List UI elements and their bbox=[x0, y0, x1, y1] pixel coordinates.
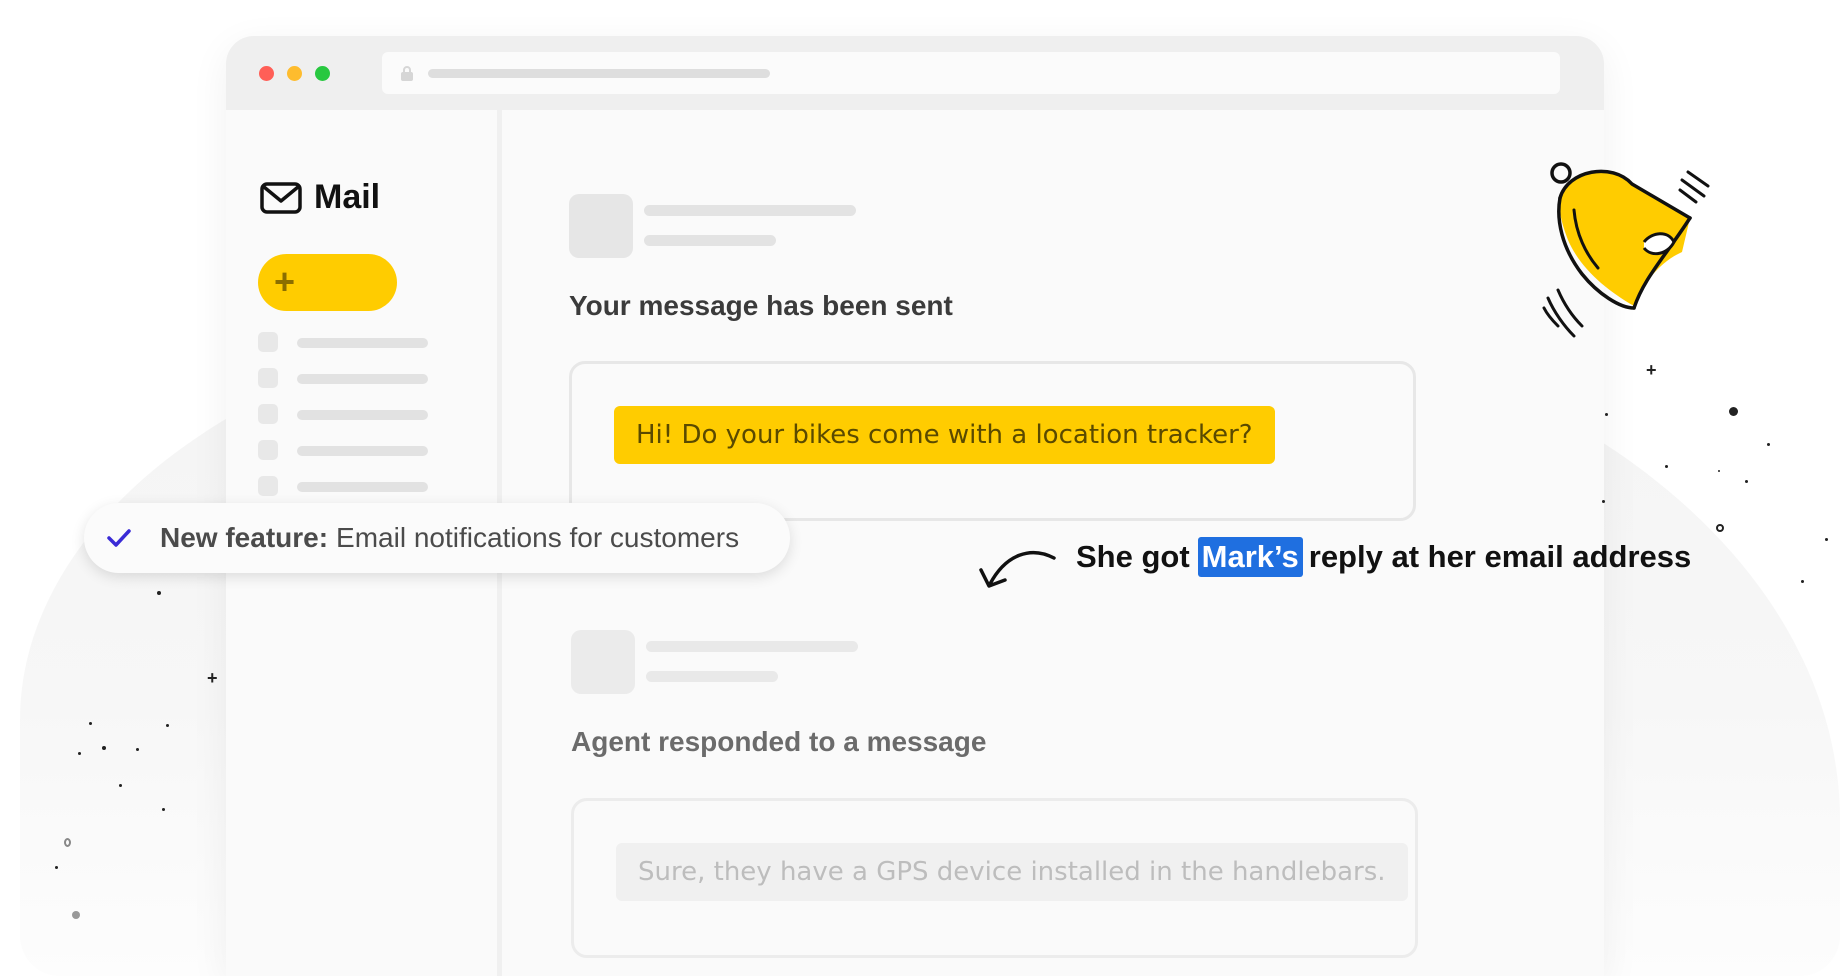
mail-logo: Mail bbox=[260, 178, 380, 217]
sender-name-placeholder bbox=[646, 641, 858, 652]
speck-decoration bbox=[119, 784, 122, 787]
sidebar-item-4[interactable] bbox=[258, 440, 428, 460]
speck-decoration bbox=[1605, 413, 1608, 416]
message-box: Hi! Do your bikes come with a location t… bbox=[569, 361, 1416, 521]
sidebar-item-3[interactable] bbox=[258, 404, 428, 424]
speck-decoration bbox=[1801, 580, 1804, 583]
sidebar-item-1[interactable] bbox=[258, 332, 428, 352]
notification-label: New feature: bbox=[160, 522, 329, 553]
sparkle-decoration: + bbox=[1646, 360, 1657, 380]
message-box: Sure, they have a GPS device installed i… bbox=[571, 798, 1418, 958]
speck-decoration bbox=[64, 838, 71, 847]
speck-decoration bbox=[78, 752, 81, 755]
app-title: Mail bbox=[314, 178, 381, 216]
annotation-caption: She got Mark’s reply at her email addres… bbox=[1076, 537, 1691, 577]
speck-decoration bbox=[1825, 538, 1828, 541]
sender-meta-placeholder bbox=[644, 235, 776, 246]
annotation-text-end: reply at her email address bbox=[1308, 539, 1692, 574]
speck-decoration bbox=[1729, 407, 1738, 416]
lock-icon bbox=[401, 66, 413, 81]
speck-decoration bbox=[72, 911, 80, 919]
speck-decoration bbox=[102, 746, 106, 750]
envelope-icon bbox=[260, 181, 302, 214]
speck-decoration bbox=[1745, 480, 1748, 483]
bell-icon bbox=[1542, 162, 1710, 338]
minimize-window-button[interactable] bbox=[287, 66, 302, 81]
speck-decoration bbox=[136, 748, 139, 751]
browser-titlebar bbox=[226, 36, 1604, 110]
speck-decoration bbox=[1767, 443, 1770, 446]
message-bubble-customer: Hi! Do your bikes come with a location t… bbox=[614, 406, 1275, 464]
url-placeholder bbox=[428, 69, 770, 78]
speck-decoration bbox=[1718, 470, 1720, 472]
message-bubble-agent: Sure, they have a GPS device installed i… bbox=[616, 843, 1408, 901]
curved-arrow-icon bbox=[979, 550, 1056, 588]
plus-icon: + bbox=[274, 261, 296, 302]
maximize-window-button[interactable] bbox=[315, 66, 330, 81]
compose-button[interactable]: + bbox=[258, 254, 397, 311]
avatar bbox=[569, 194, 633, 258]
check-icon bbox=[107, 529, 131, 547]
speck-decoration bbox=[166, 724, 169, 727]
sender-meta-placeholder bbox=[646, 671, 778, 682]
notification-text: Email notifications for customers bbox=[336, 522, 740, 553]
avatar bbox=[571, 630, 635, 694]
sender-name-placeholder bbox=[644, 205, 856, 216]
speck-decoration bbox=[1665, 465, 1668, 468]
message-status-title: Agent responded to a message bbox=[571, 726, 987, 757]
speck-decoration bbox=[1602, 500, 1605, 503]
speck-decoration bbox=[1716, 524, 1724, 532]
address-bar[interactable] bbox=[382, 52, 1560, 94]
speck-decoration bbox=[89, 722, 92, 725]
annotation-text-start: She got bbox=[1076, 539, 1190, 574]
message-status-title: Your message has been sent bbox=[569, 290, 953, 321]
sparkle-decoration: + bbox=[207, 668, 218, 688]
speck-decoration bbox=[157, 591, 161, 595]
sidebar-item-2[interactable] bbox=[258, 368, 428, 388]
speck-decoration bbox=[162, 808, 165, 811]
sidebar-item-5[interactable] bbox=[258, 476, 428, 496]
new-feature-notification: New feature: Email notifications for cus… bbox=[84, 503, 790, 573]
speck-decoration bbox=[55, 866, 58, 869]
close-window-button[interactable] bbox=[259, 66, 274, 81]
agent-name-highlight: Mark’s bbox=[1197, 537, 1303, 577]
